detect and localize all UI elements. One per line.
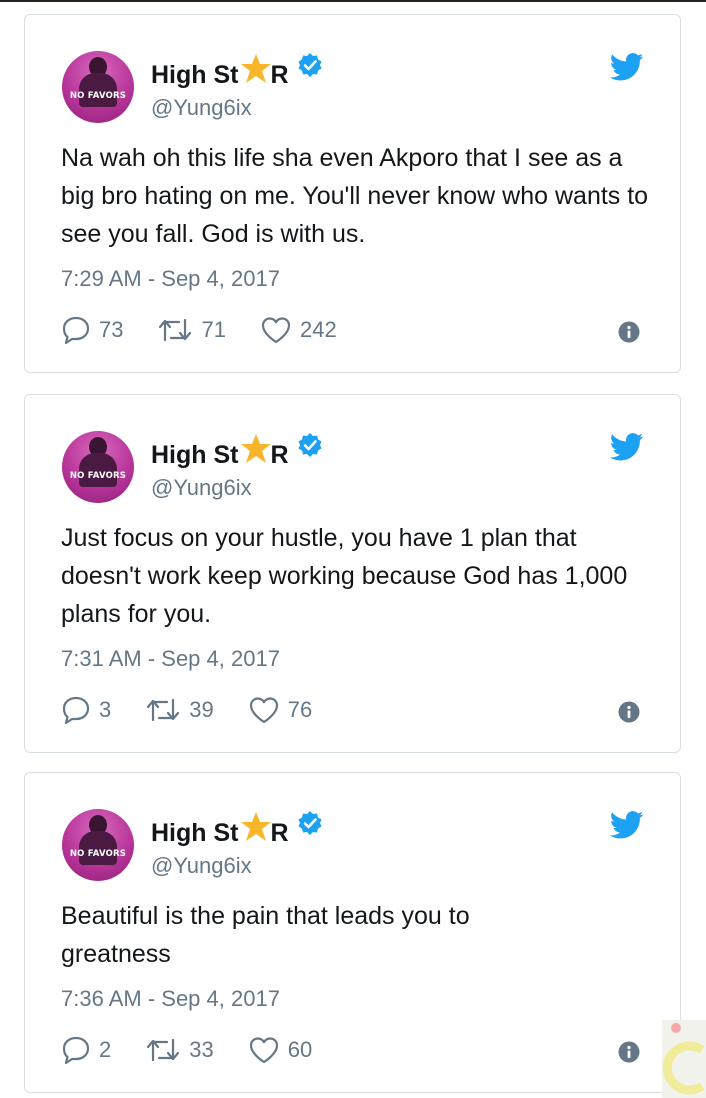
display-name[interactable]: High St R	[151, 811, 323, 849]
info-icon[interactable]	[618, 1041, 640, 1063]
tweet-card[interactable]: NO FAVORS High St R @Yung6ix Na wah oh t…	[24, 14, 681, 373]
star-emoji-icon	[240, 54, 271, 83]
reply-button[interactable]: 3	[61, 695, 111, 725]
verified-badge-icon	[298, 433, 322, 457]
retweet-button[interactable]: 39	[145, 696, 214, 724]
avatar[interactable]: NO FAVORS	[62, 431, 134, 503]
heart-icon	[249, 1037, 278, 1064]
display-name-suffix: R	[270, 60, 289, 89]
twitter-bird-icon[interactable]	[610, 811, 644, 839]
tweet-text: Na wah oh this life sha even Akporo that…	[61, 144, 649, 248]
like-button[interactable]: 60	[248, 1036, 312, 1064]
like-count: 76	[287, 697, 313, 722]
avatar-figure-body	[79, 73, 117, 107]
twitter-bird-icon[interactable]	[610, 433, 644, 461]
avatar[interactable]: NO FAVORS	[62, 809, 134, 881]
retweet-icon	[147, 698, 180, 722]
display-name-suffix: R	[270, 440, 289, 469]
timestamp[interactable]: 7:29 AM - Sep 4, 2017	[61, 266, 280, 292]
display-name-prefix: High St	[151, 818, 239, 847]
handle[interactable]: @Yung6ix	[151, 475, 252, 501]
reply-count: 2	[99, 1037, 112, 1062]
timestamp[interactable]: 7:31 AM - Sep 4, 2017	[61, 646, 280, 672]
timestamp[interactable]: 7:36 AM - Sep 4, 2017	[61, 986, 280, 1012]
reply-icon	[62, 316, 90, 345]
reply-count: 73	[99, 317, 124, 342]
avatar-caption: NO FAVORS	[69, 91, 127, 101]
like-count: 242	[299, 317, 337, 342]
reply-button[interactable]: 73	[61, 315, 123, 345]
like-button[interactable]: 242	[260, 316, 337, 344]
watermark-logo	[662, 1020, 706, 1098]
display-name[interactable]: High St R	[151, 53, 323, 91]
retweet-button[interactable]: 71	[157, 316, 226, 344]
watermark-icon	[662, 1023, 705, 1095]
display-name-prefix: High St	[151, 60, 239, 89]
avatar-caption: NO FAVORS	[69, 849, 127, 859]
star-emoji-icon	[240, 434, 271, 463]
avatar-figure-body	[79, 831, 117, 865]
heart-icon	[249, 697, 278, 724]
reply-button[interactable]: 2	[61, 1035, 111, 1065]
tweet-text: Just focus on your hustle, you have 1 pl…	[61, 524, 628, 628]
heart-icon	[261, 317, 291, 344]
info-icon[interactable]	[618, 701, 640, 723]
tweet-actions: 73 71 242	[61, 315, 371, 345]
display-name-suffix: R	[270, 818, 289, 847]
avatar-figure-body	[79, 453, 117, 487]
tweet-actions: 2 33 60	[61, 1035, 346, 1065]
tweet-text: Beautiful is the pain that leads you to …	[61, 902, 470, 968]
tweet-actions: 3 39 76	[61, 695, 346, 725]
star-emoji-icon	[240, 812, 271, 841]
verified-badge-icon	[298, 53, 322, 77]
retweet-count: 33	[189, 1037, 214, 1062]
avatar-caption: NO FAVORS	[69, 471, 127, 481]
like-button[interactable]: 76	[248, 696, 312, 724]
display-name-prefix: High St	[151, 440, 239, 469]
retweet-count: 39	[189, 697, 214, 722]
reply-icon	[62, 696, 90, 725]
tweet-card[interactable]: NO FAVORS High St R @Yung6ix Beautiful i…	[24, 772, 681, 1093]
info-icon[interactable]	[618, 321, 640, 343]
verified-badge-icon	[298, 811, 322, 835]
retweet-icon	[147, 1038, 180, 1062]
avatar[interactable]: NO FAVORS	[62, 51, 134, 123]
handle[interactable]: @Yung6ix	[151, 853, 252, 879]
tweet-card[interactable]: NO FAVORS High St R @Yung6ix Just focus …	[24, 394, 681, 753]
handle[interactable]: @Yung6ix	[151, 95, 252, 121]
top-divider	[0, 0, 706, 2]
twitter-bird-icon[interactable]	[610, 53, 644, 81]
display-name[interactable]: High St R	[151, 433, 323, 471]
like-count: 60	[287, 1037, 313, 1062]
retweet-count: 71	[201, 317, 226, 342]
retweet-icon	[159, 318, 192, 342]
reply-icon	[62, 1036, 90, 1065]
reply-count: 3	[99, 697, 112, 722]
retweet-button[interactable]: 33	[145, 1036, 214, 1064]
